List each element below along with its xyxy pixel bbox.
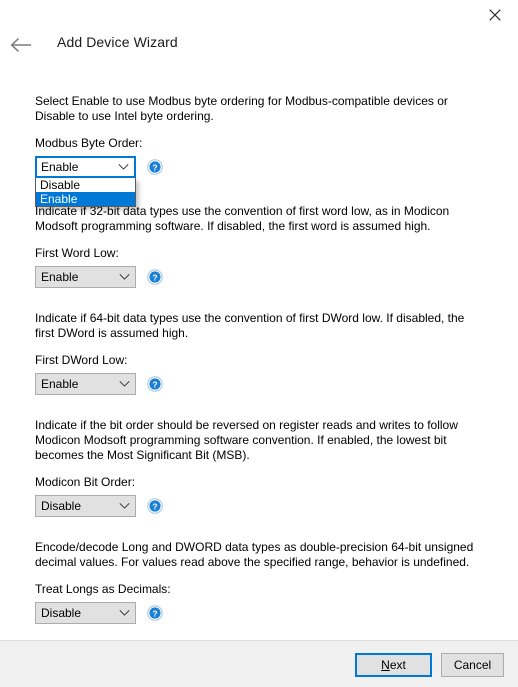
next-button[interactable]: Next — [355, 653, 432, 677]
chevron-down-icon — [113, 273, 135, 281]
combobox-wrapper: Enable Disable Enable — [35, 156, 136, 207]
dropdown-option-disable[interactable]: Disable — [36, 178, 135, 192]
combobox-modbus-byte-order[interactable]: Enable — [35, 156, 136, 178]
field-label: Modbus Byte Order: — [35, 136, 143, 150]
page-title: Add Device Wizard — [57, 34, 178, 50]
field-row: Enable ? — [35, 266, 480, 288]
setting-group-modicon-bit-order: Indicate if the bit order should be reve… — [35, 418, 480, 517]
next-label-rest: ext — [389, 658, 406, 672]
svg-text:?: ? — [152, 380, 157, 390]
setting-group-first-word-low: Indicate if 32-bit data types use the co… — [35, 204, 480, 288]
close-x-icon — [489, 9, 501, 21]
combobox-value: Enable — [41, 160, 79, 174]
dropdown-option-enable[interactable]: Enable — [36, 192, 135, 206]
chevron-down-icon — [113, 380, 135, 388]
setting-group-modbus-byte-order: Select Enable to use Modbus byte orderin… — [35, 94, 480, 207]
field-label: First Word Low: — [35, 246, 119, 260]
field-label: Treat Longs as Decimals: — [35, 582, 171, 596]
help-question-icon[interactable]: ? — [147, 605, 163, 621]
combobox-value: Enable — [41, 377, 79, 391]
field-label: Modicon Bit Order: — [35, 475, 136, 489]
wizard-content: Select Enable to use Modbus byte orderin… — [0, 94, 518, 639]
group-description: Encode/decode Long and DWORD data types … — [35, 540, 474, 569]
setting-group-first-dword-low: Indicate if 64-bit data types use the co… — [35, 311, 480, 395]
group-description: Select Enable to use Modbus byte orderin… — [35, 94, 448, 123]
arrow-left-icon — [10, 37, 32, 56]
dropdown-options-list[interactable]: Disable Enable — [35, 178, 136, 207]
group-description: Indicate if 32-bit data types use the co… — [35, 204, 450, 233]
combobox-value: Disable — [41, 606, 82, 620]
group-description: Indicate if 64-bit data types use the co… — [35, 311, 465, 340]
combobox-treat-longs-as-decimals[interactable]: Disable — [35, 602, 136, 624]
combobox-value: Enable — [41, 270, 79, 284]
wizard-footer: Next Cancel — [0, 640, 518, 687]
field-row: Disable ? — [35, 602, 480, 624]
field-label: First DWord Low: — [35, 353, 128, 367]
chevron-down-icon — [113, 502, 135, 510]
group-description: Indicate if the bit order should be reve… — [35, 418, 458, 462]
next-accelerator: N — [381, 658, 390, 672]
svg-text:?: ? — [152, 609, 157, 619]
combobox-first-word-low[interactable]: Enable — [35, 266, 136, 288]
svg-text:?: ? — [152, 163, 157, 173]
help-question-icon[interactable]: ? — [147, 498, 163, 514]
combobox-modicon-bit-order[interactable]: Disable — [35, 495, 136, 517]
svg-text:?: ? — [152, 273, 157, 283]
svg-text:?: ? — [152, 502, 157, 512]
back-button[interactable] — [6, 32, 36, 60]
chevron-down-icon — [113, 609, 135, 617]
field-row: Enable ? — [35, 373, 480, 395]
help-question-icon[interactable]: ? — [147, 376, 163, 392]
title-bar — [0, 0, 518, 30]
combobox-value: Disable — [41, 499, 82, 513]
wizard-header: Add Device Wizard — [0, 30, 518, 62]
help-question-icon[interactable]: ? — [147, 269, 163, 285]
setting-group-treat-longs-as-decimals: Encode/decode Long and DWORD data types … — [35, 540, 480, 624]
chevron-down-icon — [112, 163, 134, 171]
field-row: Disable ? — [35, 495, 480, 517]
close-window-button[interactable] — [472, 0, 518, 30]
combobox-first-dword-low[interactable]: Enable — [35, 373, 136, 395]
cancel-button[interactable]: Cancel — [441, 653, 504, 677]
field-row: Enable Disable Enable ? — [35, 156, 480, 207]
help-question-icon[interactable]: ? — [147, 159, 163, 175]
